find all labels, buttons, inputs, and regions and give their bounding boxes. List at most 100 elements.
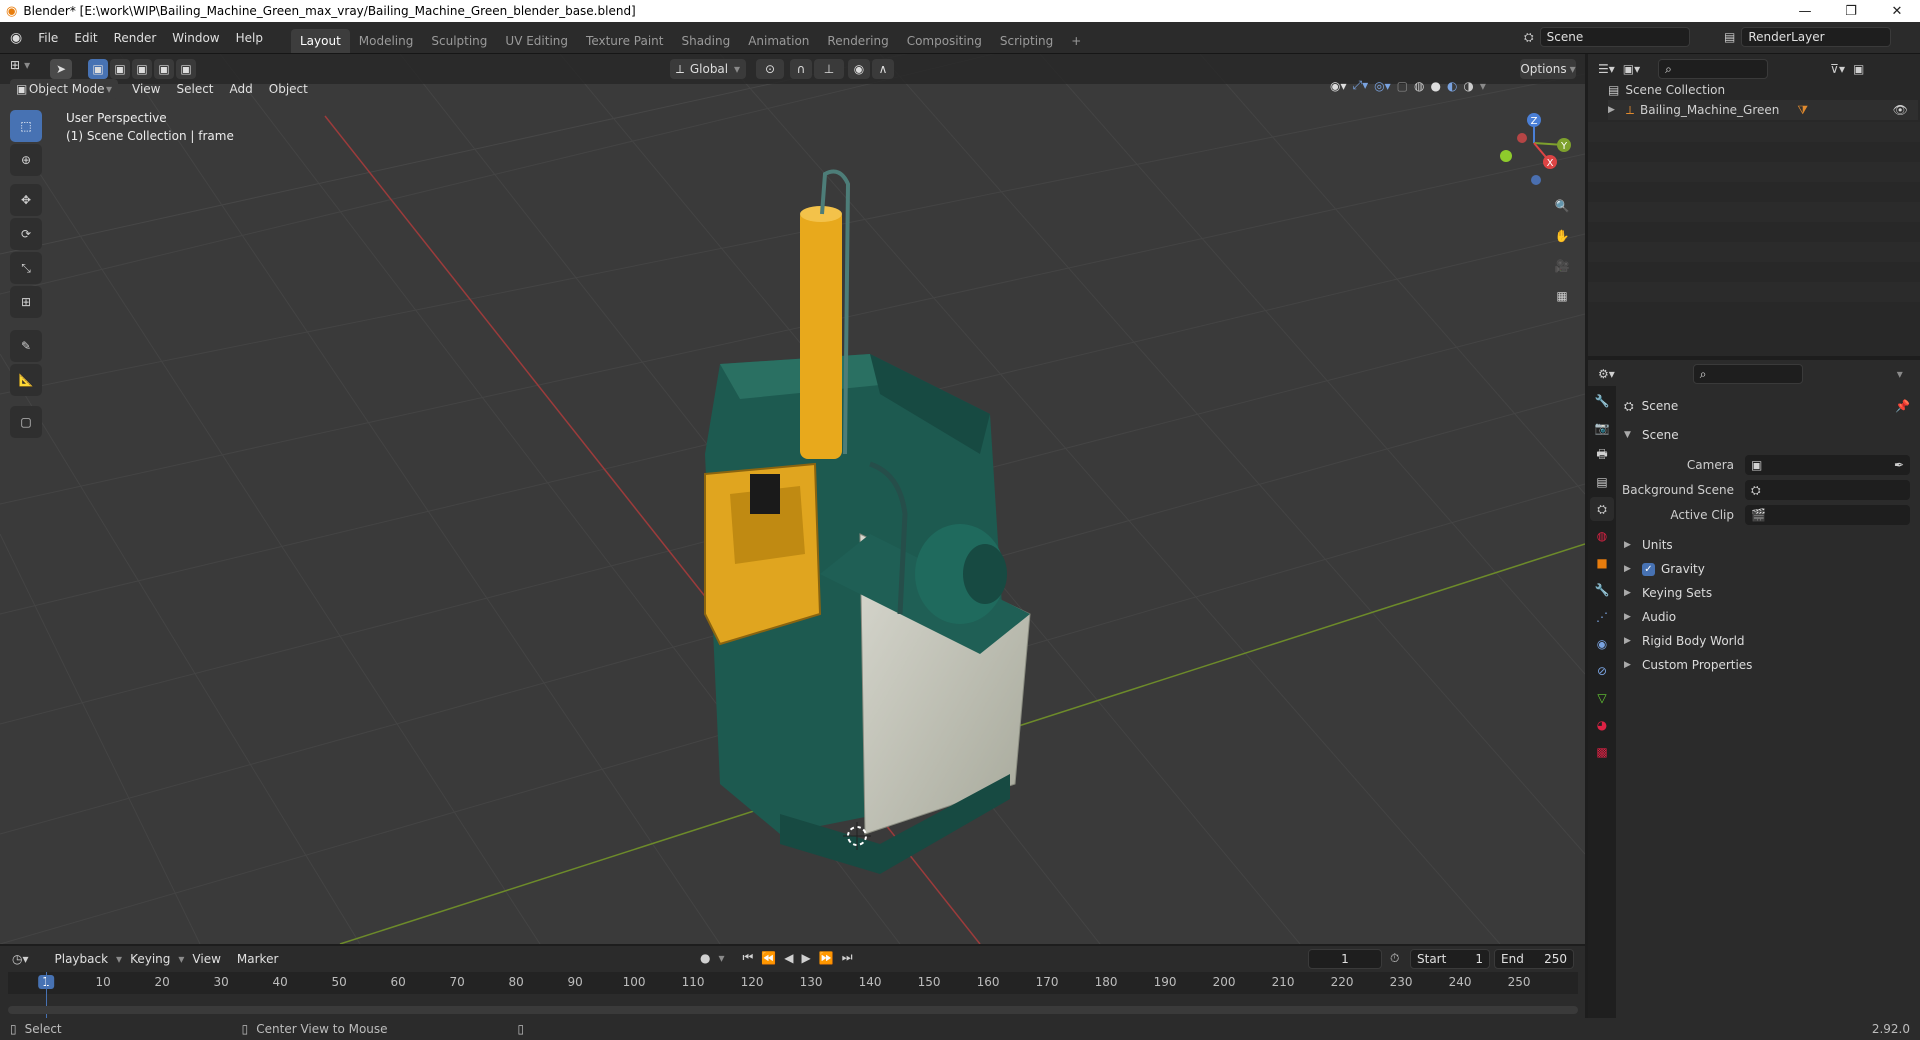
scene-panel-header[interactable]: ▼ Scene bbox=[1624, 424, 1679, 446]
modifier-tab[interactable]: 🔧 bbox=[1590, 578, 1614, 602]
viewport-menu-select[interactable]: Select bbox=[168, 82, 221, 96]
timeline-menu-keying[interactable]: Keying bbox=[122, 952, 178, 966]
texture-tab[interactable]: ▩ bbox=[1590, 740, 1614, 764]
jump-end-icon[interactable]: ⏭ bbox=[842, 950, 853, 965]
active-clip-field[interactable]: 🎬 bbox=[1745, 505, 1910, 525]
physics-tab[interactable]: ◉ bbox=[1590, 632, 1614, 656]
gizmo-neg-z[interactable] bbox=[1531, 175, 1541, 185]
properties-options-icon[interactable]: ▾ bbox=[1897, 367, 1903, 381]
zoom-view-button[interactable]: 🔍 bbox=[1548, 192, 1576, 220]
object-tab[interactable]: ■ bbox=[1590, 551, 1614, 575]
camera-view-button[interactable]: 🎥 bbox=[1548, 252, 1576, 280]
snap-target-button[interactable]: ⊥ bbox=[814, 59, 844, 79]
viewport-menu-object[interactable]: Object bbox=[261, 82, 316, 96]
outliner-row-object[interactable]: ▶ ⟂ Bailing_Machine_Green ⧩ 👁 bbox=[1608, 100, 1918, 120]
wireframe-shading-icon[interactable]: ◍ bbox=[1414, 79, 1424, 93]
new-collection-icon[interactable]: ▣ bbox=[1853, 62, 1864, 76]
tab-layout[interactable]: Layout bbox=[290, 29, 350, 53]
select-invert-button[interactable]: ▣ bbox=[154, 59, 174, 79]
outliner-type-icon[interactable]: ☰▾ bbox=[1598, 62, 1615, 76]
add-workspace-button[interactable]: + bbox=[1062, 29, 1090, 53]
gravity-panel[interactable]: ▶ ✓ Gravity bbox=[1624, 558, 1705, 580]
background-scene-field[interactable]: ⛭ bbox=[1745, 480, 1910, 500]
eye-icon[interactable]: 👁 bbox=[1893, 103, 1908, 117]
close-button[interactable]: ✕ bbox=[1874, 0, 1920, 22]
select-box-tool[interactable]: ⬚ bbox=[10, 110, 42, 142]
start-frame-field[interactable]: Start 1 bbox=[1410, 949, 1490, 969]
menu-edit[interactable]: Edit bbox=[66, 27, 105, 49]
menu-help[interactable]: Help bbox=[228, 27, 271, 49]
perspective-toggle-button[interactable]: ▦ bbox=[1548, 282, 1576, 310]
tool-tab[interactable]: 🔧 bbox=[1590, 389, 1614, 413]
scale-tool[interactable]: ⤡ bbox=[10, 252, 42, 284]
move-tool[interactable]: ✥ bbox=[10, 184, 42, 216]
record-icon[interactable]: ● bbox=[700, 951, 710, 965]
rotate-tool[interactable]: ⟳ bbox=[10, 218, 42, 250]
maximize-button[interactable]: ❐ bbox=[1828, 0, 1874, 22]
properties-type-icon[interactable]: ⚙▾ bbox=[1598, 367, 1615, 381]
measure-tool[interactable]: 📐 bbox=[10, 364, 42, 396]
render-layer-field[interactable]: RenderLayer bbox=[1741, 27, 1892, 47]
snap-toggle-button[interactable]: ∩ bbox=[790, 59, 812, 79]
timeline-menu-playback[interactable]: Playback bbox=[47, 952, 117, 966]
pivot-point-button[interactable]: ⊙ bbox=[756, 59, 784, 79]
data-tab[interactable]: ▽ bbox=[1590, 686, 1614, 710]
outliner-search-input[interactable]: ⌕ bbox=[1658, 59, 1769, 79]
current-frame-field[interactable]: 1 bbox=[1308, 949, 1382, 969]
outliner-row-scene-collection[interactable]: ▤ Scene Collection bbox=[1608, 80, 1918, 100]
select-new-button[interactable]: ▣ bbox=[88, 59, 108, 79]
timeline-menu-view[interactable]: View bbox=[184, 952, 228, 966]
viewport-menu-view[interactable]: View bbox=[124, 82, 168, 96]
scene-tab[interactable]: ⛭ bbox=[1590, 497, 1614, 521]
gravity-checkbox[interactable]: ✓ bbox=[1642, 562, 1655, 576]
tab-scripting[interactable]: Scripting bbox=[991, 29, 1062, 53]
select-extend-button[interactable]: ▣ bbox=[110, 59, 130, 79]
menu-render[interactable]: Render bbox=[106, 27, 165, 49]
annotate-tool[interactable]: ✎ bbox=[10, 330, 42, 362]
render-tab[interactable]: 📷 bbox=[1590, 416, 1614, 440]
select-intersect-button[interactable]: ▣ bbox=[176, 59, 196, 79]
output-tab[interactable]: 🖶 bbox=[1590, 443, 1614, 467]
tab-sculpting[interactable]: Sculpting bbox=[422, 29, 496, 53]
timeline-scrollbar[interactable] bbox=[8, 1006, 1578, 1014]
next-keyframe-icon[interactable]: ⏩ bbox=[819, 951, 834, 965]
menu-window[interactable]: Window bbox=[164, 27, 227, 49]
end-frame-field[interactable]: End 250 bbox=[1494, 949, 1574, 969]
select-tool-button[interactable]: ➤ bbox=[50, 59, 72, 79]
timeline-type-icon[interactable]: ◷▾ bbox=[12, 952, 29, 966]
gizmo-neg-y[interactable] bbox=[1500, 150, 1512, 162]
custom-properties-panel[interactable]: ▶ Custom Properties bbox=[1624, 654, 1752, 676]
transform-tool[interactable]: ⊞ bbox=[10, 286, 42, 318]
stopwatch-icon[interactable]: ⏱ bbox=[1390, 951, 1399, 966]
scene-name-field[interactable]: Scene bbox=[1539, 27, 1690, 47]
overlay-toggle-icon[interactable]: ◎▾ bbox=[1374, 79, 1391, 93]
rigid-body-world-panel[interactable]: ▶ Rigid Body World bbox=[1624, 630, 1745, 652]
material-shading-icon[interactable]: ◐ bbox=[1447, 79, 1457, 93]
pin-icon[interactable]: 📌 bbox=[1895, 399, 1910, 413]
display-mode-icon[interactable]: ▣▾ bbox=[1623, 62, 1640, 76]
tab-texture-paint[interactable]: Texture Paint bbox=[577, 29, 672, 53]
material-tab[interactable]: ◕ bbox=[1590, 713, 1614, 737]
tab-shading[interactable]: Shading bbox=[672, 29, 739, 53]
object-mode-dropdown[interactable]: ▣ Object Mode ▾ bbox=[10, 79, 118, 99]
constraints-tab[interactable]: ⊘ bbox=[1590, 659, 1614, 683]
minimize-button[interactable]: — bbox=[1782, 0, 1828, 22]
keying-sets-panel[interactable]: ▶ Keying Sets bbox=[1624, 582, 1712, 604]
xray-toggle-icon[interactable]: ▢ bbox=[1397, 79, 1408, 93]
audio-panel[interactable]: ▶ Audio bbox=[1624, 606, 1676, 628]
tab-compositing[interactable]: Compositing bbox=[898, 29, 991, 53]
camera-field[interactable]: ▣ ✒ bbox=[1745, 455, 1910, 475]
rendered-shading-icon[interactable]: ◑ bbox=[1463, 79, 1473, 93]
world-tab[interactable]: ◍ bbox=[1590, 524, 1614, 548]
transform-orientation-dropdown[interactable]: ⟂ Global ▾ bbox=[670, 59, 746, 79]
jump-start-icon[interactable]: ⏮ bbox=[743, 950, 754, 965]
cursor-tool[interactable]: ⊕ bbox=[10, 144, 42, 176]
properties-search-input[interactable]: ⌕ bbox=[1692, 364, 1803, 384]
play-reverse-icon[interactable]: ◀ bbox=[784, 951, 793, 965]
tab-rendering[interactable]: Rendering bbox=[818, 29, 897, 53]
navigation-gizmo[interactable]: Z Y X bbox=[1486, 108, 1582, 198]
pan-view-button[interactable]: ✋ bbox=[1548, 222, 1576, 250]
filter-icon[interactable]: ⊽▾ bbox=[1830, 62, 1845, 76]
viewport-menu-add[interactable]: Add bbox=[222, 82, 261, 96]
gizmo-neg-x[interactable] bbox=[1517, 133, 1527, 143]
